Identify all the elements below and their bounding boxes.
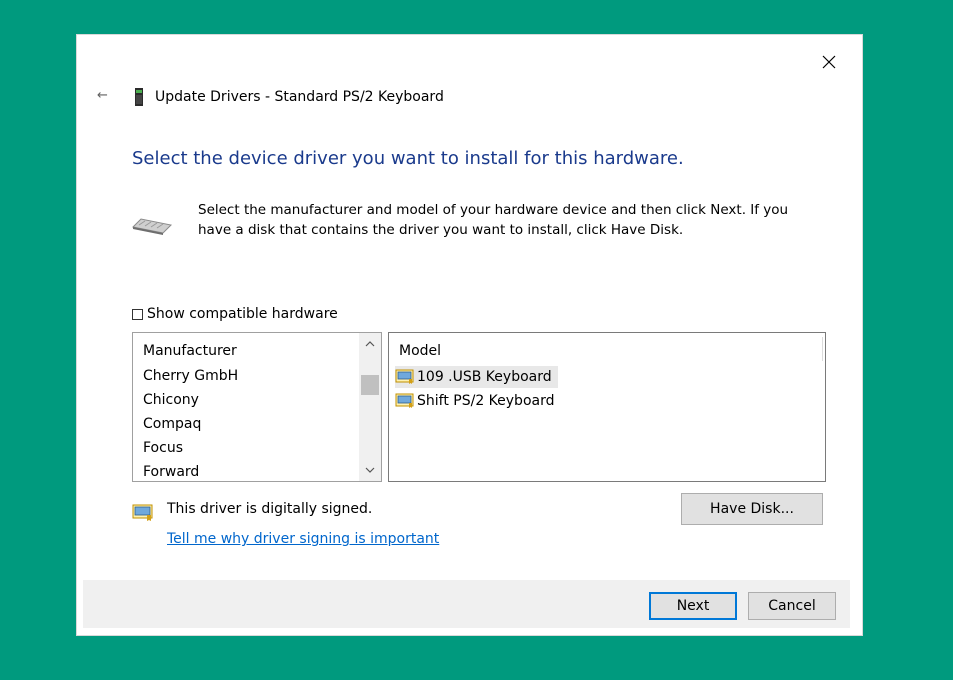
keyboard-device-icon <box>135 88 143 106</box>
show-compatible-hardware-checkbox[interactable]: Show compatible hardware <box>132 306 338 322</box>
scroll-thumb[interactable] <box>361 375 379 395</box>
window-title-row: Update Drivers - Standard PS/2 Keyboard <box>133 86 444 108</box>
manufacturer-header: Manufacturer <box>143 343 237 359</box>
driver-signing-link[interactable]: Tell me why driver signing is important <box>167 531 439 547</box>
signed-driver-icon <box>395 369 414 384</box>
have-disk-button[interactable]: Have Disk... <box>681 493 823 525</box>
signed-driver-icon <box>132 504 153 521</box>
next-button[interactable]: Next <box>649 592 737 620</box>
manufacturer-list[interactable]: Manufacturer Cherry GmbH Chicony Compaq … <box>132 332 382 482</box>
back-arrow-icon: ← <box>97 88 108 103</box>
list-item[interactable]: 109 .USB Keyboard <box>395 366 558 388</box>
manufacturer-scrollbar[interactable] <box>359 333 381 481</box>
model-header: Model <box>399 343 442 359</box>
close-button[interactable] <box>817 50 841 74</box>
page-heading: Select the device driver you want to ins… <box>132 148 684 169</box>
signature-status: This driver is digitally signed. <box>167 501 373 517</box>
model-label: Shift PS/2 Keyboard <box>417 393 555 409</box>
list-item[interactable]: Shift PS/2 Keyboard <box>395 390 560 412</box>
chevron-up-icon <box>365 341 375 347</box>
keyboard-icon <box>131 218 173 235</box>
scroll-down-button[interactable] <box>359 459 381 481</box>
scroll-up-button[interactable] <box>359 333 381 355</box>
model-label: 109 .USB Keyboard <box>417 369 552 385</box>
checkbox-label: Show compatible hardware <box>147 306 338 322</box>
list-item[interactable]: Forward <box>143 464 199 480</box>
list-item[interactable]: Focus <box>143 440 183 456</box>
signed-driver-icon <box>395 393 414 408</box>
back-button[interactable]: ← <box>97 88 113 104</box>
instruction-text: Select the manufacturer and model of you… <box>198 202 789 238</box>
cancel-button[interactable]: Cancel <box>748 592 836 620</box>
checkbox-box[interactable] <box>132 308 143 320</box>
model-list[interactable]: Model 109 .USB Keyboard Shift PS/2 Keybo… <box>388 332 826 482</box>
list-item[interactable]: Chicony <box>143 392 199 408</box>
list-item[interactable]: Cherry GmbH <box>143 368 238 384</box>
list-item[interactable]: Compaq <box>143 416 201 432</box>
dialog-footer: Next Cancel <box>83 580 850 628</box>
column-divider <box>822 337 823 361</box>
window-title: Update Drivers - Standard PS/2 Keyboard <box>155 89 444 105</box>
update-drivers-dialog: ← Update Drivers - Standard PS/2 Keyboar… <box>77 35 862 635</box>
chevron-down-icon <box>365 467 375 473</box>
close-icon <box>822 55 836 69</box>
dialog-content: ← Update Drivers - Standard PS/2 Keyboar… <box>83 38 850 628</box>
